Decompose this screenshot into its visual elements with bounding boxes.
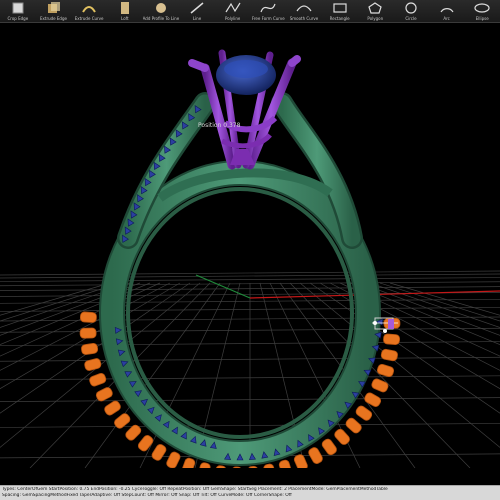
scallop-tooth	[371, 378, 389, 393]
center-gem[interactable]	[216, 55, 276, 95]
tool-label: Rectangle	[329, 16, 350, 21]
tool-freeform-curve[interactable]: Free Form Curve	[250, 0, 286, 22]
scallop-tooth	[95, 387, 113, 402]
arc-icon	[440, 8, 454, 13]
status-line-2: Spacing: GemSpacingMethodFixed TaperAdap…	[2, 493, 292, 498]
tool-label: Line	[192, 16, 202, 21]
scallop-tooth	[321, 438, 337, 456]
scallop-tooth	[263, 463, 276, 468]
polyline-icon	[225, 2, 241, 13]
tool-label: Extrude Edge	[39, 16, 67, 21]
scallop-tooth	[376, 363, 395, 378]
scallop-tooth	[278, 459, 293, 468]
scallop-tooth	[214, 465, 227, 468]
circle-icon	[405, 2, 417, 14]
tool-crop-edge[interactable]: Crop Edge	[0, 0, 36, 22]
tool-loft[interactable]: Loft	[107, 0, 143, 22]
tool-label: Add Profile To Line	[142, 16, 180, 21]
tool-rectangle[interactable]: Rectangle	[322, 0, 358, 22]
ellipse-icon	[474, 3, 490, 13]
scallop-tooth	[181, 457, 196, 468]
scallop-tooth	[247, 465, 259, 468]
polygon-icon	[368, 2, 382, 14]
scallop-tooth	[151, 444, 167, 461]
tool-smooth-curve[interactable]: Smooth Curve	[286, 0, 322, 22]
tool-ellipse[interactable]: Ellipse	[464, 0, 500, 22]
command-status-bar: Types: CenterOfGem StartPosition: 0.75 E…	[0, 485, 500, 500]
scallop-tooth	[197, 462, 211, 468]
crop-edge-icon	[12, 2, 24, 14]
scallop-tooth	[104, 400, 121, 416]
jewelry-cad-app: Crop Edge Extrude Edge Extrude Curve Loft Ad…	[0, 0, 500, 500]
tool-line[interactable]: Line	[179, 0, 215, 22]
scallop-tooth	[166, 451, 181, 468]
grid-line	[0, 277, 500, 282]
tool-extrude-edge[interactable]: Extrude Edge	[36, 0, 72, 22]
tool-label: Circle	[405, 16, 417, 21]
tool-label: Polyline	[224, 16, 241, 21]
scallop-tooth	[364, 392, 382, 407]
scallop-tooth	[334, 428, 350, 445]
status-line-1: Types: CenterOfGem StartPosition: 0.75 E…	[2, 487, 388, 492]
scallop-tooth	[308, 447, 323, 464]
rectangle-icon	[333, 3, 347, 13]
viewport-canvas[interactable]: Position 0.378	[0, 23, 500, 468]
scallop-tooth	[345, 417, 362, 434]
tool-label: Polygon	[367, 16, 384, 21]
position-overlay-label: Position 0.378	[198, 122, 241, 129]
scallop-tooth	[137, 435, 154, 452]
loft-icon	[120, 2, 129, 14]
smooth-curve-icon	[296, 5, 312, 12]
add-profile-icon	[155, 3, 166, 13]
scallop-tooth	[84, 358, 102, 371]
tool-circle[interactable]: Circle	[393, 0, 429, 22]
tool-extrude-curve[interactable]: Extrude Curve	[71, 0, 107, 22]
command-toolbar: Crop Edge Extrude Edge Extrude Curve Loft Ad…	[0, 0, 500, 23]
tool-polyline[interactable]: Polyline	[215, 0, 251, 22]
tool-label: Ellipse	[475, 16, 489, 21]
scallop-tooth	[79, 327, 97, 339]
grid-line	[359, 282, 500, 336]
tool-arc[interactable]: Arc	[429, 0, 465, 22]
line-icon	[190, 2, 204, 14]
tool-add-profile[interactable]: Add Profile To Line	[142, 0, 180, 22]
freeform-curve-icon	[260, 3, 276, 13]
tool-label: Arc	[443, 16, 450, 21]
extrude-edge-icon	[48, 2, 61, 13]
scallop-tooth	[81, 343, 99, 355]
extrude-curve-icon	[82, 6, 96, 13]
scallop-tooth	[114, 413, 131, 429]
tool-label: Extrude Curve	[74, 16, 104, 21]
tool-label: Smooth Curve	[289, 16, 319, 21]
3d-viewport[interactable]: Position 0.378	[0, 23, 500, 468]
scallop-tooth	[380, 348, 398, 362]
scallop-tooth	[89, 372, 107, 387]
tool-label: Loft	[121, 16, 129, 21]
tool-label: Free Form Curve	[251, 16, 285, 21]
scallop-tooth	[383, 333, 401, 345]
tool-polygon[interactable]: Polygon	[357, 0, 393, 22]
grid-line	[379, 282, 500, 322]
tool-label: Crop Edge	[7, 16, 29, 21]
scallop-tooth	[231, 466, 243, 468]
scallop-tooth	[79, 311, 97, 323]
